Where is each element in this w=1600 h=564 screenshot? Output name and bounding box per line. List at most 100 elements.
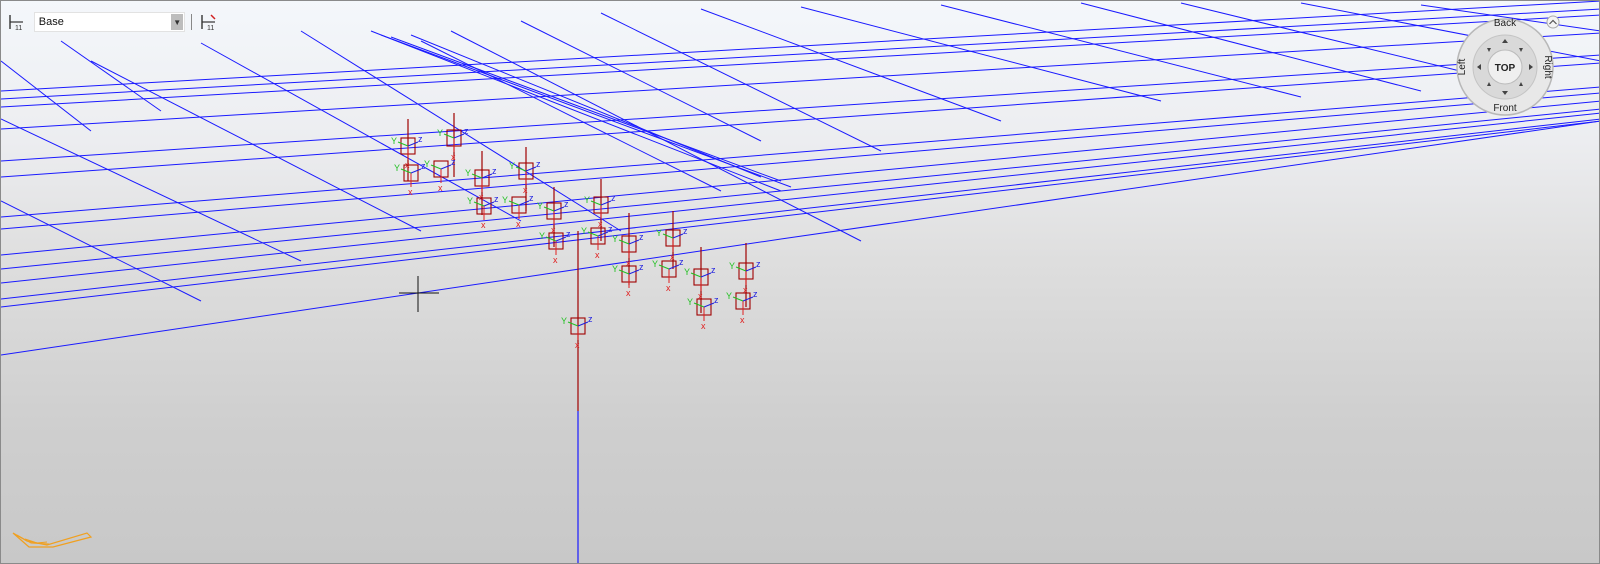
grid-line bbox=[1, 108, 1599, 270]
view-back-label[interactable]: Back bbox=[1494, 18, 1517, 29]
axis-z-label: z bbox=[608, 224, 613, 234]
model-viewport[interactable]: xYzxYzxYzxYzxYzxYzxYzxYzxYzxYzxYzxYzxYzx… bbox=[0, 0, 1600, 564]
grid-line bbox=[200, 42, 522, 222]
grid-line bbox=[1, 54, 1599, 162]
level-edit-icon[interactable]: 11 bbox=[198, 11, 219, 33]
axis-z-label: z bbox=[418, 134, 423, 144]
crosshair-cursor bbox=[399, 276, 439, 312]
grid-line bbox=[370, 30, 782, 192]
axis-z bbox=[600, 200, 612, 206]
level-grid-icon[interactable]: 11 bbox=[7, 11, 28, 33]
grid-line bbox=[1, 86, 1599, 218]
axis-x-label: x bbox=[438, 183, 443, 193]
axis-z bbox=[628, 269, 640, 275]
column-lines bbox=[407, 113, 747, 563]
support-node[interactable]: xY z bbox=[684, 265, 716, 301]
axis-x-label: x bbox=[553, 255, 558, 265]
axis-x-label: x bbox=[523, 185, 528, 195]
axis-y-label: Y bbox=[729, 261, 735, 271]
axis-y-label: Y bbox=[581, 226, 587, 236]
support-node[interactable]: xY z bbox=[537, 199, 569, 235]
axis-y bbox=[590, 200, 602, 206]
grid-line bbox=[1, 60, 92, 132]
support-node[interactable]: xY z bbox=[652, 257, 684, 293]
support-node[interactable]: xY z bbox=[561, 314, 593, 350]
axis-z bbox=[672, 233, 684, 239]
support-node[interactable]: xY z bbox=[424, 157, 456, 193]
support-node[interactable]: x Y z bbox=[509, 159, 541, 195]
view-left-label[interactable]: Left bbox=[1457, 58, 1468, 75]
axis-y bbox=[515, 166, 527, 172]
grid-lines bbox=[1, 1, 1599, 356]
grid-line bbox=[1, 100, 1599, 256]
axis-z-label: z bbox=[611, 193, 616, 203]
level-select[interactable]: Base ▼ bbox=[33, 12, 186, 32]
view-right-label[interactable]: Right bbox=[1542, 55, 1553, 79]
axis-z-label: z bbox=[536, 159, 541, 169]
axis-y bbox=[508, 200, 520, 206]
axis-x-label: x bbox=[740, 315, 745, 325]
axis-y bbox=[618, 239, 630, 245]
axis-y bbox=[567, 321, 579, 327]
axis-z-label: z bbox=[564, 199, 569, 209]
axis-y-label: Y bbox=[537, 201, 543, 211]
axis-x-label: x bbox=[481, 220, 486, 230]
axis-z bbox=[668, 264, 680, 270]
model-scene[interactable]: xY zxY zxY zxY zxY zxY zxY zxY zxY zxY zxY zxY zxY zx… bbox=[1, 1, 1600, 564]
axis-z-label: z bbox=[639, 262, 644, 272]
axis-x-label: x bbox=[408, 187, 413, 197]
view-cube[interactable]: TOP Back Front Left Right bbox=[1453, 15, 1563, 119]
axis-z-label: z bbox=[753, 289, 758, 299]
chevron-down-icon[interactable]: ▼ bbox=[171, 14, 184, 30]
axis-z-label: z bbox=[529, 193, 534, 203]
axis-y-label: Y bbox=[684, 267, 690, 277]
ucs-icon bbox=[12, 532, 93, 548]
support-node[interactable]: xY z bbox=[502, 193, 534, 229]
axis-x-label: x bbox=[595, 250, 600, 260]
svg-text:11: 11 bbox=[15, 25, 22, 31]
chevron-up-icon[interactable] bbox=[1546, 15, 1560, 29]
svg-text:11: 11 bbox=[207, 25, 214, 31]
grid-line bbox=[520, 20, 762, 142]
axis-y bbox=[658, 264, 670, 270]
axis-z-label: z bbox=[756, 259, 761, 269]
level-toolbar: 11 Base ▼ 11 bbox=[7, 9, 219, 35]
axis-y bbox=[397, 141, 409, 147]
axis-x-label: x bbox=[701, 321, 706, 331]
view-front-label[interactable]: Front bbox=[1493, 103, 1517, 114]
axis-x-label: x bbox=[516, 219, 521, 229]
axis-y-label: Y bbox=[391, 136, 397, 146]
axis-y-label: Y bbox=[561, 316, 567, 326]
axis-y bbox=[690, 272, 702, 278]
axis-z-label: z bbox=[683, 226, 688, 236]
axis-y-label: Y bbox=[465, 168, 471, 178]
axis-z bbox=[700, 272, 712, 278]
axis-y-label: Y bbox=[612, 264, 618, 274]
axis-z-label: z bbox=[451, 157, 456, 167]
axis-x-label: x bbox=[575, 340, 580, 350]
view-cube-top[interactable]: TOP bbox=[1495, 63, 1516, 74]
axis-z bbox=[555, 236, 567, 242]
axis-z bbox=[553, 206, 565, 212]
axis-y bbox=[618, 269, 630, 275]
axis-x-label: x bbox=[666, 283, 671, 293]
axis-z-label: z bbox=[566, 229, 571, 239]
grid-line bbox=[1, 200, 202, 302]
grid-line bbox=[800, 6, 1162, 102]
axis-y bbox=[693, 302, 705, 308]
axis-y bbox=[543, 206, 555, 212]
axis-z-label: z bbox=[494, 194, 499, 204]
axis-z bbox=[525, 166, 537, 172]
axis-y-label: Y bbox=[509, 161, 515, 171]
support-node[interactable]: xY z bbox=[687, 295, 719, 331]
axis-z bbox=[407, 141, 419, 147]
view-top-label[interactable]: TOP bbox=[1495, 63, 1516, 74]
axis-z bbox=[703, 302, 715, 308]
support-node[interactable]: x Y z bbox=[581, 224, 613, 260]
axis-y-label: Y bbox=[437, 128, 443, 138]
support-node[interactable]: xY z bbox=[394, 161, 426, 197]
axis-y-label: Y bbox=[726, 291, 732, 301]
axis-y bbox=[732, 296, 744, 302]
axis-z-label: z bbox=[639, 232, 644, 242]
support-node[interactable]: x Y z bbox=[726, 289, 758, 325]
